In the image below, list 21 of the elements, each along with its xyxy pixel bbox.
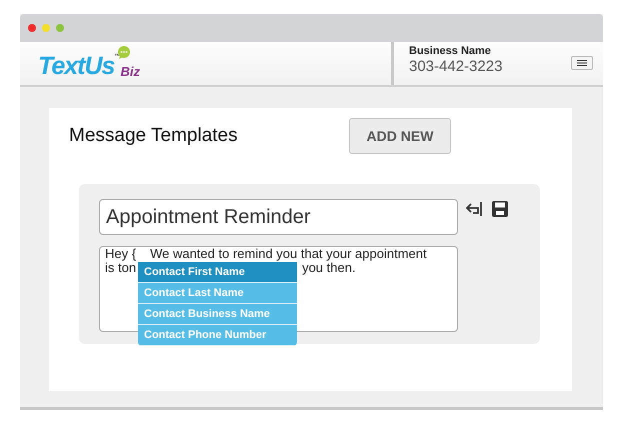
logo-text: TextUs bbox=[38, 54, 114, 79]
save-icon[interactable] bbox=[492, 201, 508, 217]
phone-number: 303-442-3223 bbox=[409, 58, 502, 75]
logo-suffix: Biz bbox=[120, 64, 140, 79]
body-text: is ton bbox=[105, 261, 136, 275]
menu-button[interactable] bbox=[571, 56, 593, 70]
window-control-button[interactable] bbox=[28, 24, 36, 32]
body-text: We wanted to remind you that your appointment bbox=[150, 247, 427, 261]
suggestion-item[interactable]: Contact First Name bbox=[138, 262, 297, 283]
undo-icon[interactable] bbox=[466, 201, 484, 217]
menu-icon bbox=[577, 60, 587, 66]
body-text: Hey { bbox=[105, 247, 136, 261]
add-new-button[interactable]: ADD NEW bbox=[349, 118, 451, 154]
chat-bubble-icon bbox=[117, 46, 131, 59]
body-text: you then. bbox=[302, 261, 356, 275]
page-title: Message Templates bbox=[69, 124, 239, 146]
suggestion-item[interactable]: Contact Phone Number bbox=[138, 325, 297, 346]
template-name-field[interactable]: Appointment Reminder bbox=[99, 199, 458, 235]
business-name-label: Business Name bbox=[409, 45, 492, 57]
suggestion-item[interactable]: Contact Business Name bbox=[138, 304, 297, 325]
suggestion-item[interactable]: Contact Last Name bbox=[138, 283, 297, 304]
